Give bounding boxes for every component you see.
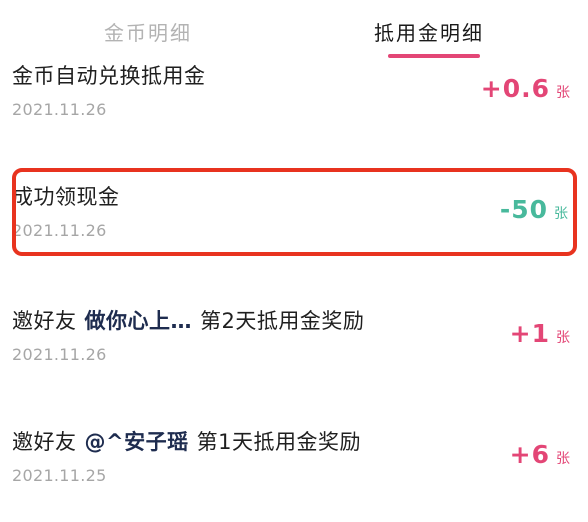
list-item[interactable]: 金币自动兑换抵用金 2021.11.26 +0.6 张	[0, 62, 588, 132]
record-amount: +0.6 张	[481, 74, 570, 103]
record-date: 2021.11.26	[12, 100, 107, 119]
record-title: 金币自动兑换抵用金	[12, 64, 206, 88]
record-date: 2021.11.26	[12, 221, 107, 240]
amount-value: +1	[509, 319, 550, 348]
list-item[interactable]: 成功领现金 2021.11.26 -50 张	[0, 183, 588, 253]
record-date: 2021.11.25	[12, 466, 107, 485]
record-amount: -50 张	[500, 195, 568, 224]
amount-unit: 张	[556, 451, 570, 467]
record-date: 2021.11.26	[12, 345, 107, 364]
amount-unit: 张	[556, 330, 570, 346]
title-prefix: 邀好友	[12, 309, 77, 333]
title-suffix: 第1天抵用金奖励	[196, 430, 361, 454]
active-tab-indicator	[388, 54, 480, 58]
record-amount: +6 张	[510, 440, 570, 469]
amount-value: +6	[509, 440, 550, 469]
list-item[interactable]: 邀好友 做你心上… 第2天抵用金奖励 2021.11.26 +1 张	[0, 307, 588, 377]
friend-nickname: @^安子瑶	[84, 430, 189, 454]
record-title: 邀好友 做你心上… 第2天抵用金奖励	[12, 307, 364, 335]
list-item[interactable]: 邀好友 @^安子瑶 第1天抵用金奖励 2021.11.25 +6 张	[0, 428, 588, 498]
tab-bar: 金币明细 抵用金明细	[0, 0, 588, 64]
amount-value: -50	[499, 195, 548, 224]
tab-voucher-details[interactable]: 抵用金明细	[374, 18, 484, 48]
record-amount: +1 张	[510, 319, 570, 348]
record-title: 成功领现金	[12, 185, 120, 209]
voucher-detail-page: 金币明细 抵用金明细 金币自动兑换抵用金 2021.11.26 +0.6 张 成…	[0, 0, 588, 522]
amount-unit: 张	[554, 206, 568, 222]
amount-value: +0.6	[480, 74, 550, 103]
title-prefix: 邀好友	[12, 430, 77, 454]
record-title: 邀好友 @^安子瑶 第1天抵用金奖励	[12, 428, 361, 456]
title-suffix: 第2天抵用金奖励	[200, 309, 365, 333]
amount-unit: 张	[556, 85, 570, 101]
tab-coin-details[interactable]: 金币明细	[104, 18, 192, 48]
friend-nickname: 做你心上…	[84, 309, 192, 333]
